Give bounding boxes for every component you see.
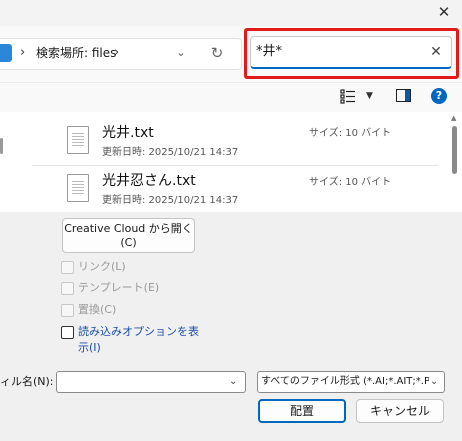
title-bar xyxy=(0,0,462,26)
view-dropdown-icon[interactable]: ▼ xyxy=(366,88,373,104)
scroll-up-icon[interactable]: ▲ xyxy=(451,114,456,122)
preview-pane-icon[interactable] xyxy=(396,89,411,102)
filetype-selected[interactable]: すべてのファイル形式 (*.AI;*.AIT;*.PDF xyxy=(261,375,429,389)
creative-cloud-button-label: Creative Cloud から開く xyxy=(64,222,193,235)
creative-cloud-open-button[interactable]: Creative Cloud から開く (C) xyxy=(62,218,195,253)
import-options-checkbox[interactable] xyxy=(61,326,74,339)
file-modified-date: 更新日時: 2025/10/21 14:37 xyxy=(102,147,239,158)
search-input-value[interactable]: *井* xyxy=(256,43,282,61)
link-checkbox-label: リンク(L) xyxy=(78,260,126,273)
replace-checkbox[interactable] xyxy=(61,304,74,317)
address-dropdown-icon[interactable]: ⌄ xyxy=(174,44,188,62)
drive-icon xyxy=(0,44,12,62)
file-size: サイズ: 10 バイト xyxy=(309,177,392,188)
template-checkbox-label: テンプレート(E) xyxy=(78,281,160,294)
filename-input[interactable] xyxy=(56,371,246,393)
cancel-button[interactable]: キャンセル xyxy=(356,399,444,423)
link-checkbox[interactable] xyxy=(61,261,74,274)
import-options-label[interactable]: 読み込みオプションを表 xyxy=(78,325,199,339)
file-name[interactable]: 光井忍さん.txt xyxy=(102,172,196,190)
filename-label: ィル名(N): xyxy=(0,375,54,388)
breadcrumb-chevron-icon[interactable]: › xyxy=(114,44,119,62)
row-divider xyxy=(32,165,438,166)
left-scroll-indicator xyxy=(0,138,3,154)
vertical-scrollbar[interactable] xyxy=(452,126,457,174)
filetype-dropdown-icon[interactable]: ⌄ xyxy=(430,374,438,390)
file-name[interactable]: 光井.txt xyxy=(102,124,154,142)
text-file-icon xyxy=(67,174,89,202)
search-clear-icon[interactable]: ✕ xyxy=(428,42,444,62)
refresh-icon[interactable]: ↻ xyxy=(208,43,226,63)
file-size: サイズ: 10 バイト xyxy=(309,128,392,139)
view-options-icon[interactable] xyxy=(340,88,356,104)
creative-cloud-button-accelerator: (C) xyxy=(120,236,137,249)
import-options-label-cont[interactable]: 示(I) xyxy=(78,341,101,355)
breadcrumb-chevron-icon[interactable]: › xyxy=(20,44,25,62)
breadcrumb-location[interactable]: 検索場所: files xyxy=(36,45,116,61)
help-icon[interactable]: ? xyxy=(431,88,447,104)
filename-dropdown-icon[interactable]: ⌄ xyxy=(229,374,237,390)
place-button[interactable]: 配置 xyxy=(258,399,346,423)
text-file-icon xyxy=(67,126,89,154)
close-icon[interactable]: ✕ xyxy=(434,2,454,22)
command-bar xyxy=(0,82,462,112)
template-checkbox[interactable] xyxy=(61,282,74,295)
file-modified-date: 更新日時: 2025/10/21 14:37 xyxy=(102,195,239,206)
replace-checkbox-label: 置換(C) xyxy=(78,303,117,316)
